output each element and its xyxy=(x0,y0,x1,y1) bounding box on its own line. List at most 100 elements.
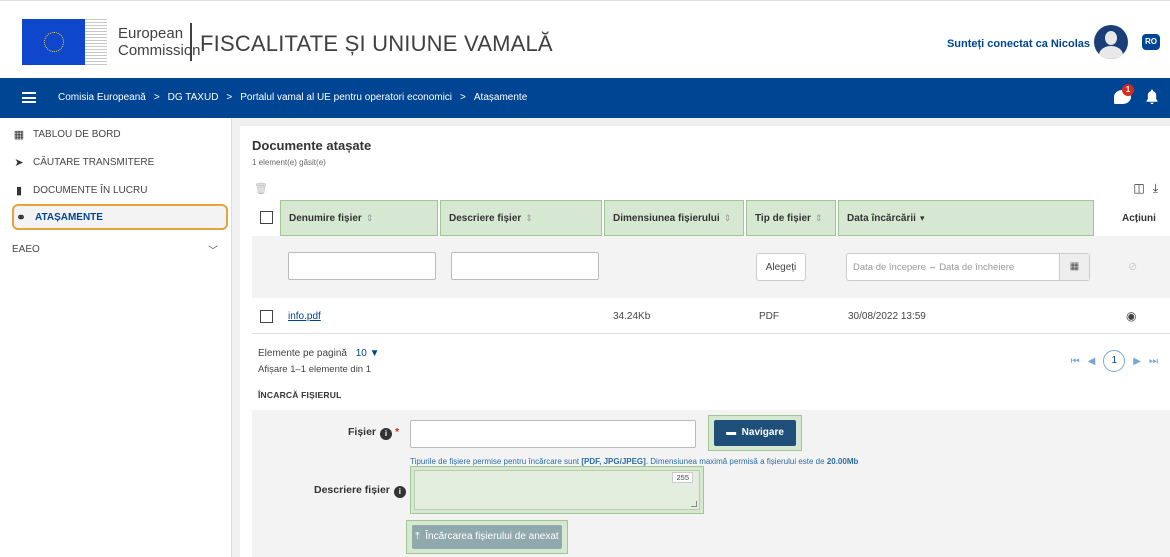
info-icon[interactable]: i xyxy=(380,428,393,440)
prev-page-icon[interactable]: ◀ xyxy=(1088,356,1096,367)
site-header: European Commission FISCALITATE ȘI UNIUN… xyxy=(0,0,1170,78)
sort-desc-icon: ▾ xyxy=(919,212,925,223)
resize-handle[interactable] xyxy=(691,501,697,507)
sidebar-item-documents[interactable]: ▮ DOCUMENTE ÎN LUCRU xyxy=(12,178,226,202)
calendar-icon[interactable]: ▦ xyxy=(1059,254,1089,280)
upload-attachment-button[interactable]: ⤒ Încărcarea fișierului de anexat xyxy=(412,525,562,549)
avatar-body xyxy=(1099,46,1123,59)
last-page-icon[interactable]: ⏭ xyxy=(1149,356,1158,367)
page-title: Documente atașate xyxy=(252,138,372,153)
first-page-icon[interactable]: ⏮ xyxy=(1071,356,1080,367)
folder-icon: ▬ xyxy=(726,427,737,438)
breadcrumb-item[interactable]: Portalul vamal al UE pentru operatori ec… xyxy=(240,92,452,103)
breadcrumb-separator: > xyxy=(460,92,466,103)
table-tools: ◫ ⤓ xyxy=(1133,181,1158,196)
column-header-upload-date[interactable]: Data încărcării ▾ xyxy=(838,200,1094,236)
avatar-head xyxy=(1105,31,1117,45)
breadcrumb-separator: > xyxy=(153,92,160,103)
sort-icon: ⇕ xyxy=(723,212,732,223)
sidebar-item-label: DOCUMENTE ÎN LUCRU xyxy=(33,184,148,196)
next-page-icon[interactable]: ▶ xyxy=(1133,356,1141,367)
hint-mid: Dimensiunea maximă permisă a fișierului … xyxy=(650,457,825,466)
file-link[interactable]: info.pdf xyxy=(288,311,321,322)
ec-logo[interactable] xyxy=(22,19,85,65)
paperclip-icon: ⚭ xyxy=(16,211,26,224)
cell-size: 34.24Kb xyxy=(613,311,651,322)
sidebar-item-attachments[interactable]: ⚭ ATAȘAMENTE xyxy=(12,204,228,230)
notification-badge: 1 xyxy=(1122,84,1134,96)
items-per-page-select[interactable]: 10 ▼ xyxy=(356,348,380,359)
browse-highlight: ▬ Navigare xyxy=(708,415,802,451)
upload-highlight: ⤒ Încărcarea fișierului de anexat xyxy=(406,520,568,554)
upload-form: Fișier i * ▬ Navigare Tipurile de fișiere … xyxy=(252,410,1170,557)
column-header-actions: Acțiuni xyxy=(1122,212,1156,224)
breadcrumb-item[interactable]: DG TAXUD xyxy=(168,92,219,103)
upload-icon: ⤒ xyxy=(415,531,420,542)
hamburger-menu-icon[interactable] xyxy=(22,92,36,103)
clear-filters-icon[interactable]: ⊘ xyxy=(1128,260,1137,273)
sidebar-item-label: EAEO xyxy=(12,243,40,255)
description-highlight: 255 xyxy=(410,466,704,514)
hint-types: [PDF, JPG/JPEG] xyxy=(581,457,646,466)
view-eye-icon[interactable]: ◉ xyxy=(1126,309,1136,323)
file-label-text: Fișier xyxy=(348,426,377,438)
main-content: Documente atașate 1 element(e) găsit(e) … xyxy=(232,118,1170,557)
bell-icon[interactable] xyxy=(1146,89,1158,105)
sidebar-item-search-submission[interactable]: ➤ CĂUTARE TRANSMITERE xyxy=(12,150,226,174)
sidebar-item-label: CĂUTARE TRANSMITERE xyxy=(33,156,155,168)
browse-button[interactable]: ▬ Navigare xyxy=(714,420,796,446)
column-header-size[interactable]: Dimensiunea fișierului ⇕ xyxy=(604,200,744,236)
showing-range: Afișare 1–1 elemente din 1 xyxy=(258,364,372,375)
navbar: Comisia Europeană > DG TAXUD > Portalul … xyxy=(0,78,1170,118)
dashboard-icon: ▦ xyxy=(13,128,25,141)
language-badge[interactable]: RO xyxy=(1142,34,1160,50)
sort-icon: ⇕ xyxy=(365,212,374,223)
breadcrumb: Comisia Europeană > DG TAXUD > Portalul … xyxy=(58,92,527,103)
breadcrumb-item[interactable]: Comisia Europeană xyxy=(58,92,146,103)
sidebar-item-label: ATAȘAMENTE xyxy=(35,211,103,223)
avatar[interactable] xyxy=(1094,25,1128,59)
breadcrumb-separator: > xyxy=(226,92,233,103)
file-path-input[interactable] xyxy=(410,420,696,448)
column-header-filename[interactable]: Denumire fișier ⇕ xyxy=(280,200,438,236)
items-per-page-value: 10 xyxy=(355,348,367,359)
result-count: 1 element(e) găsit(e) xyxy=(252,158,326,167)
chevron-down-icon: ﹀ xyxy=(208,245,218,257)
column-label: Tip de fișier xyxy=(755,212,811,224)
header-divider xyxy=(190,23,192,61)
sidebar-item-dashboard[interactable]: ▦ TABLOU DE BORD xyxy=(12,122,226,146)
trash-icon[interactable]: 🗑 xyxy=(254,182,268,195)
sidebar-item-label: TABLOU DE BORD xyxy=(33,128,121,140)
row-checkbox[interactable] xyxy=(260,310,273,323)
table-row: info.pdf 34.24Kb PDF 30/08/2022 13:59 ◉ xyxy=(252,302,1170,332)
description-label-text: Descriere fișier xyxy=(314,484,390,496)
description-field-label: Descriere fișier i xyxy=(314,484,406,498)
ec-name-line2: Commission xyxy=(118,42,201,59)
download-icon[interactable]: ⤓ xyxy=(1153,181,1158,196)
breadcrumb-item-current: Atașamente xyxy=(473,92,528,103)
column-label: Descriere fișier xyxy=(449,212,522,224)
items-per-page-label: Elemente pe pagină xyxy=(258,348,347,359)
date-range-picker[interactable]: Data de începere – Data de încheiere ▦ xyxy=(846,253,1090,281)
logo-stripes xyxy=(85,19,107,65)
filename-filter-input[interactable] xyxy=(288,252,436,280)
description-textarea[interactable]: 255 xyxy=(414,470,700,510)
current-page[interactable]: 1 xyxy=(1103,350,1126,372)
columns-icon[interactable]: ◫ xyxy=(1133,181,1144,196)
upload-section-title: ÎNCARCĂ FIȘIERUL xyxy=(258,390,342,400)
description-filter-input[interactable] xyxy=(451,252,599,280)
document-icon: ▮ xyxy=(15,184,23,197)
ec-name: European Commission xyxy=(118,25,201,59)
user-label[interactable]: Sunteți conectat ca Nicolas xyxy=(947,38,1090,50)
column-header-description[interactable]: Descriere fișier ⇕ xyxy=(440,200,602,236)
column-header-type[interactable]: Tip de fișier ⇕ xyxy=(746,200,836,236)
eu-flag-icon xyxy=(44,32,64,52)
sidebar: ▦ TABLOU DE BORD ➤ CĂUTARE TRANSMITERE ▮… xyxy=(0,118,232,557)
sidebar-item-eaeo[interactable]: EAEO ﹀ xyxy=(12,237,226,261)
filter-row: Alegeți Data de începere – Data de înche… xyxy=(252,236,1170,298)
file-type-select[interactable]: Alegeți xyxy=(756,253,806,281)
select-all-checkbox[interactable] xyxy=(260,211,273,224)
info-icon[interactable]: i xyxy=(393,486,406,498)
sort-icon: ⇕ xyxy=(814,212,823,223)
column-label: Denumire fișier xyxy=(289,212,362,224)
